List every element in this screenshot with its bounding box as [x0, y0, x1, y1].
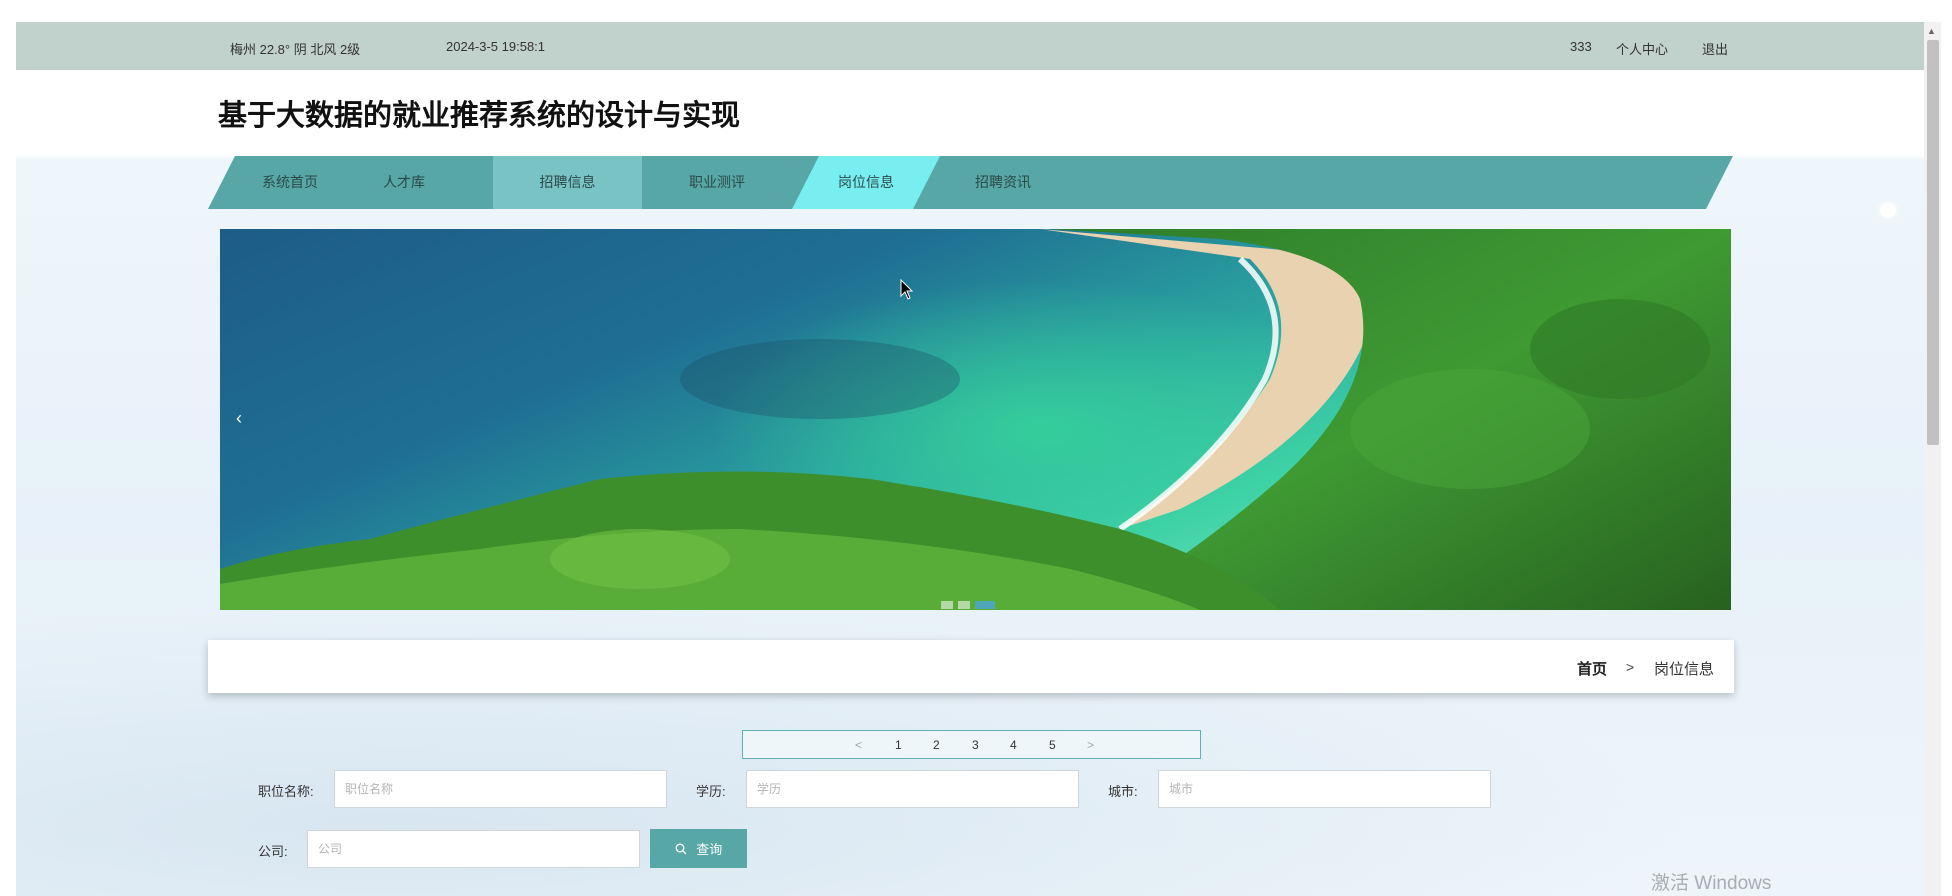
pager-page-4[interactable]: 4	[1010, 738, 1017, 752]
search-icon	[675, 842, 691, 857]
pager-page-1[interactable]: 1	[895, 738, 902, 752]
search-button-label: 查询	[696, 842, 723, 857]
weather-info: 梅州 22.8° 阴 北风 2级	[230, 42, 361, 57]
job-name-label: 职位名称:	[258, 784, 314, 799]
education-input[interactable]	[746, 770, 1079, 808]
banner-dot[interactable]	[941, 601, 953, 609]
scrollbar-thumb[interactable]	[1927, 40, 1939, 445]
pager-page-5[interactable]: 5	[1049, 738, 1056, 752]
site-title: 基于大数据的就业推荐系统的设计与实现	[218, 100, 741, 132]
company-label: 公司:	[258, 844, 288, 859]
banner-indicators	[941, 596, 1000, 609]
nav-item-career-assessment[interactable]: 职业测评	[642, 156, 792, 209]
pagination: < 1 2 3 4 5 >	[742, 730, 1201, 759]
username: 333	[1570, 39, 1592, 54]
city-input[interactable]	[1158, 770, 1491, 808]
breadcrumb	[208, 640, 1734, 693]
nav-item-recruitment-news[interactable]: 招聘资讯	[928, 156, 1078, 209]
pager-page-2[interactable]: 2	[933, 738, 940, 752]
current-datetime: 2024-3-5 19:58:1	[446, 39, 546, 54]
city-label: 城市:	[1108, 784, 1138, 799]
pager-next-button[interactable]: >	[1087, 738, 1094, 752]
search-button[interactable]: 查询	[650, 829, 747, 868]
job-name-input[interactable]	[334, 770, 667, 808]
banner-image	[220, 229, 1731, 610]
banner-dot-active[interactable]	[975, 601, 995, 609]
mouse-pointer-icon	[900, 278, 914, 306]
windows-activation-watermark: 激活 Windows	[1651, 873, 1772, 894]
pager-page-3[interactable]: 3	[972, 738, 979, 752]
personal-center-link[interactable]: 个人中心	[1616, 39, 1668, 58]
banner-dot[interactable]	[958, 601, 970, 609]
nav-item-home[interactable]: 系统首页	[230, 156, 350, 209]
breadcrumb-home[interactable]: 首页	[1577, 658, 1607, 679]
company-input[interactable]	[307, 830, 640, 868]
nav-item-talent-pool[interactable]: 人才库	[350, 156, 458, 209]
breadcrumb-separator: >	[1626, 659, 1635, 675]
banner-carousel[interactable]	[220, 229, 1731, 610]
decorative-glow-dot	[1880, 202, 1896, 218]
nav-item-job-info[interactable]: 岗位信息	[792, 156, 940, 209]
logout-link[interactable]: 退出	[1702, 39, 1728, 58]
breadcrumb-current: 岗位信息	[1654, 661, 1715, 678]
scroll-up-arrow-icon[interactable]: ▲	[1927, 26, 1936, 36]
banner-prev-arrow[interactable]: ‹	[236, 408, 242, 429]
top-info-bar: 梅州 22.8° 阴 北风 2级 2024-3-5 19:58:1 333 个人…	[16, 22, 1924, 70]
nav-item-recruitment-info[interactable]: 招聘信息	[493, 156, 642, 209]
main-nav: 系统首页 人才库 招聘信息 职业测评 岗位信息 招聘资讯	[208, 156, 1733, 209]
education-label: 学历:	[696, 784, 726, 799]
pager-prev-button[interactable]: <	[855, 738, 862, 752]
